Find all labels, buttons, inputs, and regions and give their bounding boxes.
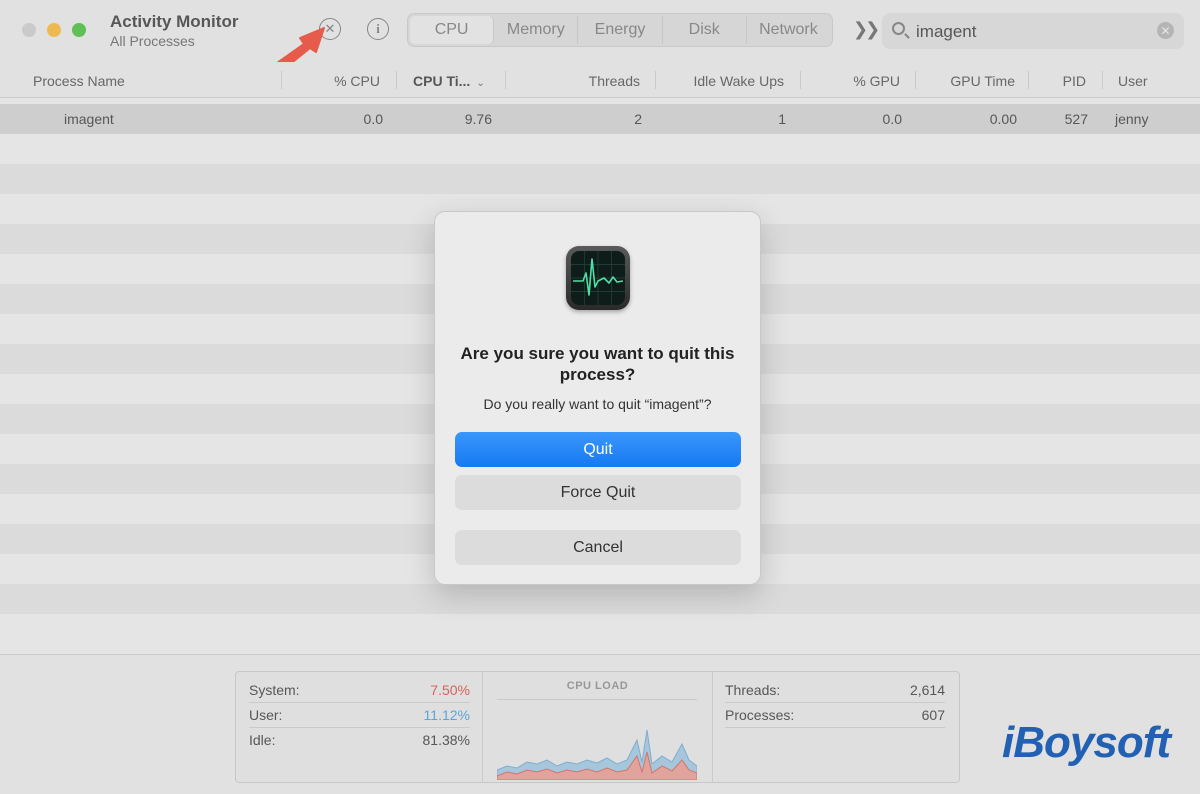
cancel-button[interactable]: Cancel	[455, 530, 741, 565]
activity-monitor-icon	[566, 246, 630, 310]
heartbeat-graphic	[571, 251, 625, 305]
dialog-title: Are you sure you want to quit this proce…	[460, 344, 735, 384]
activity-monitor-icon-screen	[571, 251, 625, 305]
dialog-message: Do you really want to quit “imagent”?	[483, 396, 712, 412]
force-quit-button[interactable]: Force Quit	[455, 475, 741, 510]
quit-process-dialog: Are you sure you want to quit this proce…	[434, 211, 761, 585]
quit-button[interactable]: Quit	[455, 432, 741, 467]
